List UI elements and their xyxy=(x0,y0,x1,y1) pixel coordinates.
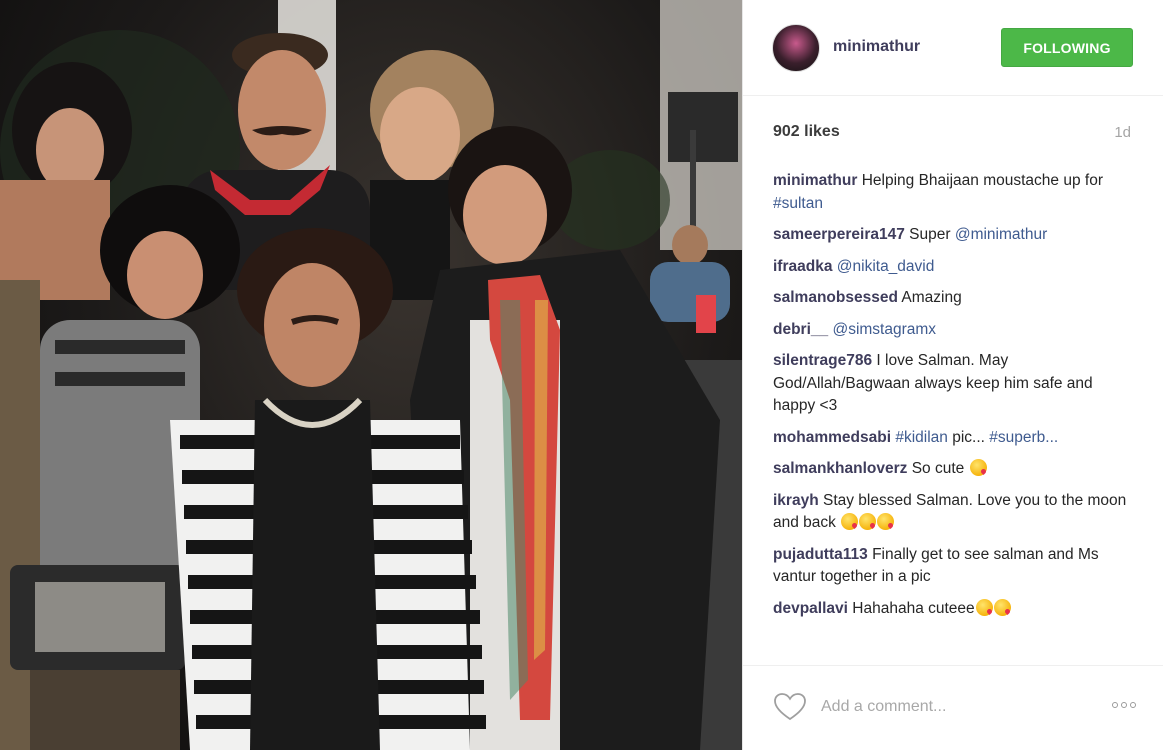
comment-item: salmankhanloverz So cute xyxy=(773,458,1138,481)
comment-item: salmanobsessed Amazing xyxy=(773,287,1138,310)
post-header: minimathur FOLLOWING xyxy=(743,0,1163,96)
comment-item: sameerpereira147 Super @minimathur xyxy=(773,224,1138,247)
post-username[interactable]: minimathur xyxy=(833,38,920,56)
comment-username[interactable]: debri__ xyxy=(773,321,828,338)
comment-username[interactable]: pujadutta113 xyxy=(773,546,868,563)
comment-text: Stay blessed Salman. Love you to the moo… xyxy=(773,491,1127,532)
hashtag-link[interactable]: #kidilan xyxy=(895,429,948,446)
comment-text: Helping Bhaijaan moustache up for xyxy=(861,172,1103,189)
comment-text: pic... xyxy=(947,428,990,446)
likes-count[interactable]: 902 likes xyxy=(773,123,840,141)
comment-text: Super xyxy=(909,226,955,243)
kiss-emoji-icon xyxy=(877,513,895,530)
hashtag-link[interactable]: #sultan xyxy=(773,195,823,212)
comment-item: mohammedsabi #kidilan pic... #superb... xyxy=(773,427,1138,450)
comment-item: debri__ @simstagramx xyxy=(773,319,1138,342)
comment-item: ikrayh Stay blessed Salman. Love you to … xyxy=(773,490,1138,535)
comments-list: minimathur Helping Bhaijaan moustache up… xyxy=(773,170,1138,629)
hashtag-link[interactable]: #superb... xyxy=(989,429,1058,446)
comment-username[interactable]: ifraadka xyxy=(773,258,832,275)
mention-link[interactable]: @minimathur xyxy=(955,226,1047,243)
avatar[interactable] xyxy=(772,24,820,72)
comment-item: devpallavi Hahahaha cuteee xyxy=(773,598,1138,621)
comment-username[interactable]: salmankhanloverz xyxy=(773,460,907,477)
comment-text: Hahahaha cuteee xyxy=(852,599,975,617)
kiss-emoji-icon xyxy=(859,513,877,530)
comment-item: minimathur Helping Bhaijaan moustache up… xyxy=(773,170,1138,215)
kiss-emoji-icon xyxy=(841,513,859,530)
kiss-emoji-icon xyxy=(993,598,1011,616)
heart-icon[interactable] xyxy=(773,692,807,722)
post-timestamp[interactable]: 1d xyxy=(1114,124,1131,141)
comment-text: Amazing xyxy=(901,289,962,306)
kiss-emoji-icon xyxy=(975,598,993,616)
following-button[interactable]: FOLLOWING xyxy=(1001,28,1133,67)
photo-illustration xyxy=(0,0,742,750)
mention-link[interactable]: @simstagramx xyxy=(832,321,936,338)
comment-input[interactable] xyxy=(821,694,1081,720)
comment-username[interactable]: minimathur xyxy=(773,172,857,189)
comment-text: So cute xyxy=(911,460,969,477)
more-options-icon[interactable] xyxy=(1112,702,1136,708)
mention-link[interactable]: @nikita_david xyxy=(837,258,935,275)
comment-username[interactable]: ikrayh xyxy=(773,492,819,509)
comment-username[interactable]: mohammedsabi xyxy=(773,429,891,446)
comment-username[interactable]: salmanobsessed xyxy=(773,289,898,306)
comment-username[interactable]: sameerpereira147 xyxy=(773,226,905,243)
comment-footer xyxy=(743,665,1163,750)
comment-username[interactable]: devpallavi xyxy=(773,600,848,617)
post-details-panel: minimathur FOLLOWING 902 likes 1d minima… xyxy=(742,0,1163,750)
comment-item: pujadutta113 Finally get to see salman a… xyxy=(773,544,1138,589)
kiss-emoji-icon xyxy=(969,459,987,476)
comment-item: silentrage786 I love Salman. May God/All… xyxy=(773,350,1138,418)
post-photo[interactable] xyxy=(0,0,742,750)
comment-item: ifraadka @nikita_david xyxy=(773,256,1138,279)
comment-username[interactable]: silentrage786 xyxy=(773,352,872,369)
